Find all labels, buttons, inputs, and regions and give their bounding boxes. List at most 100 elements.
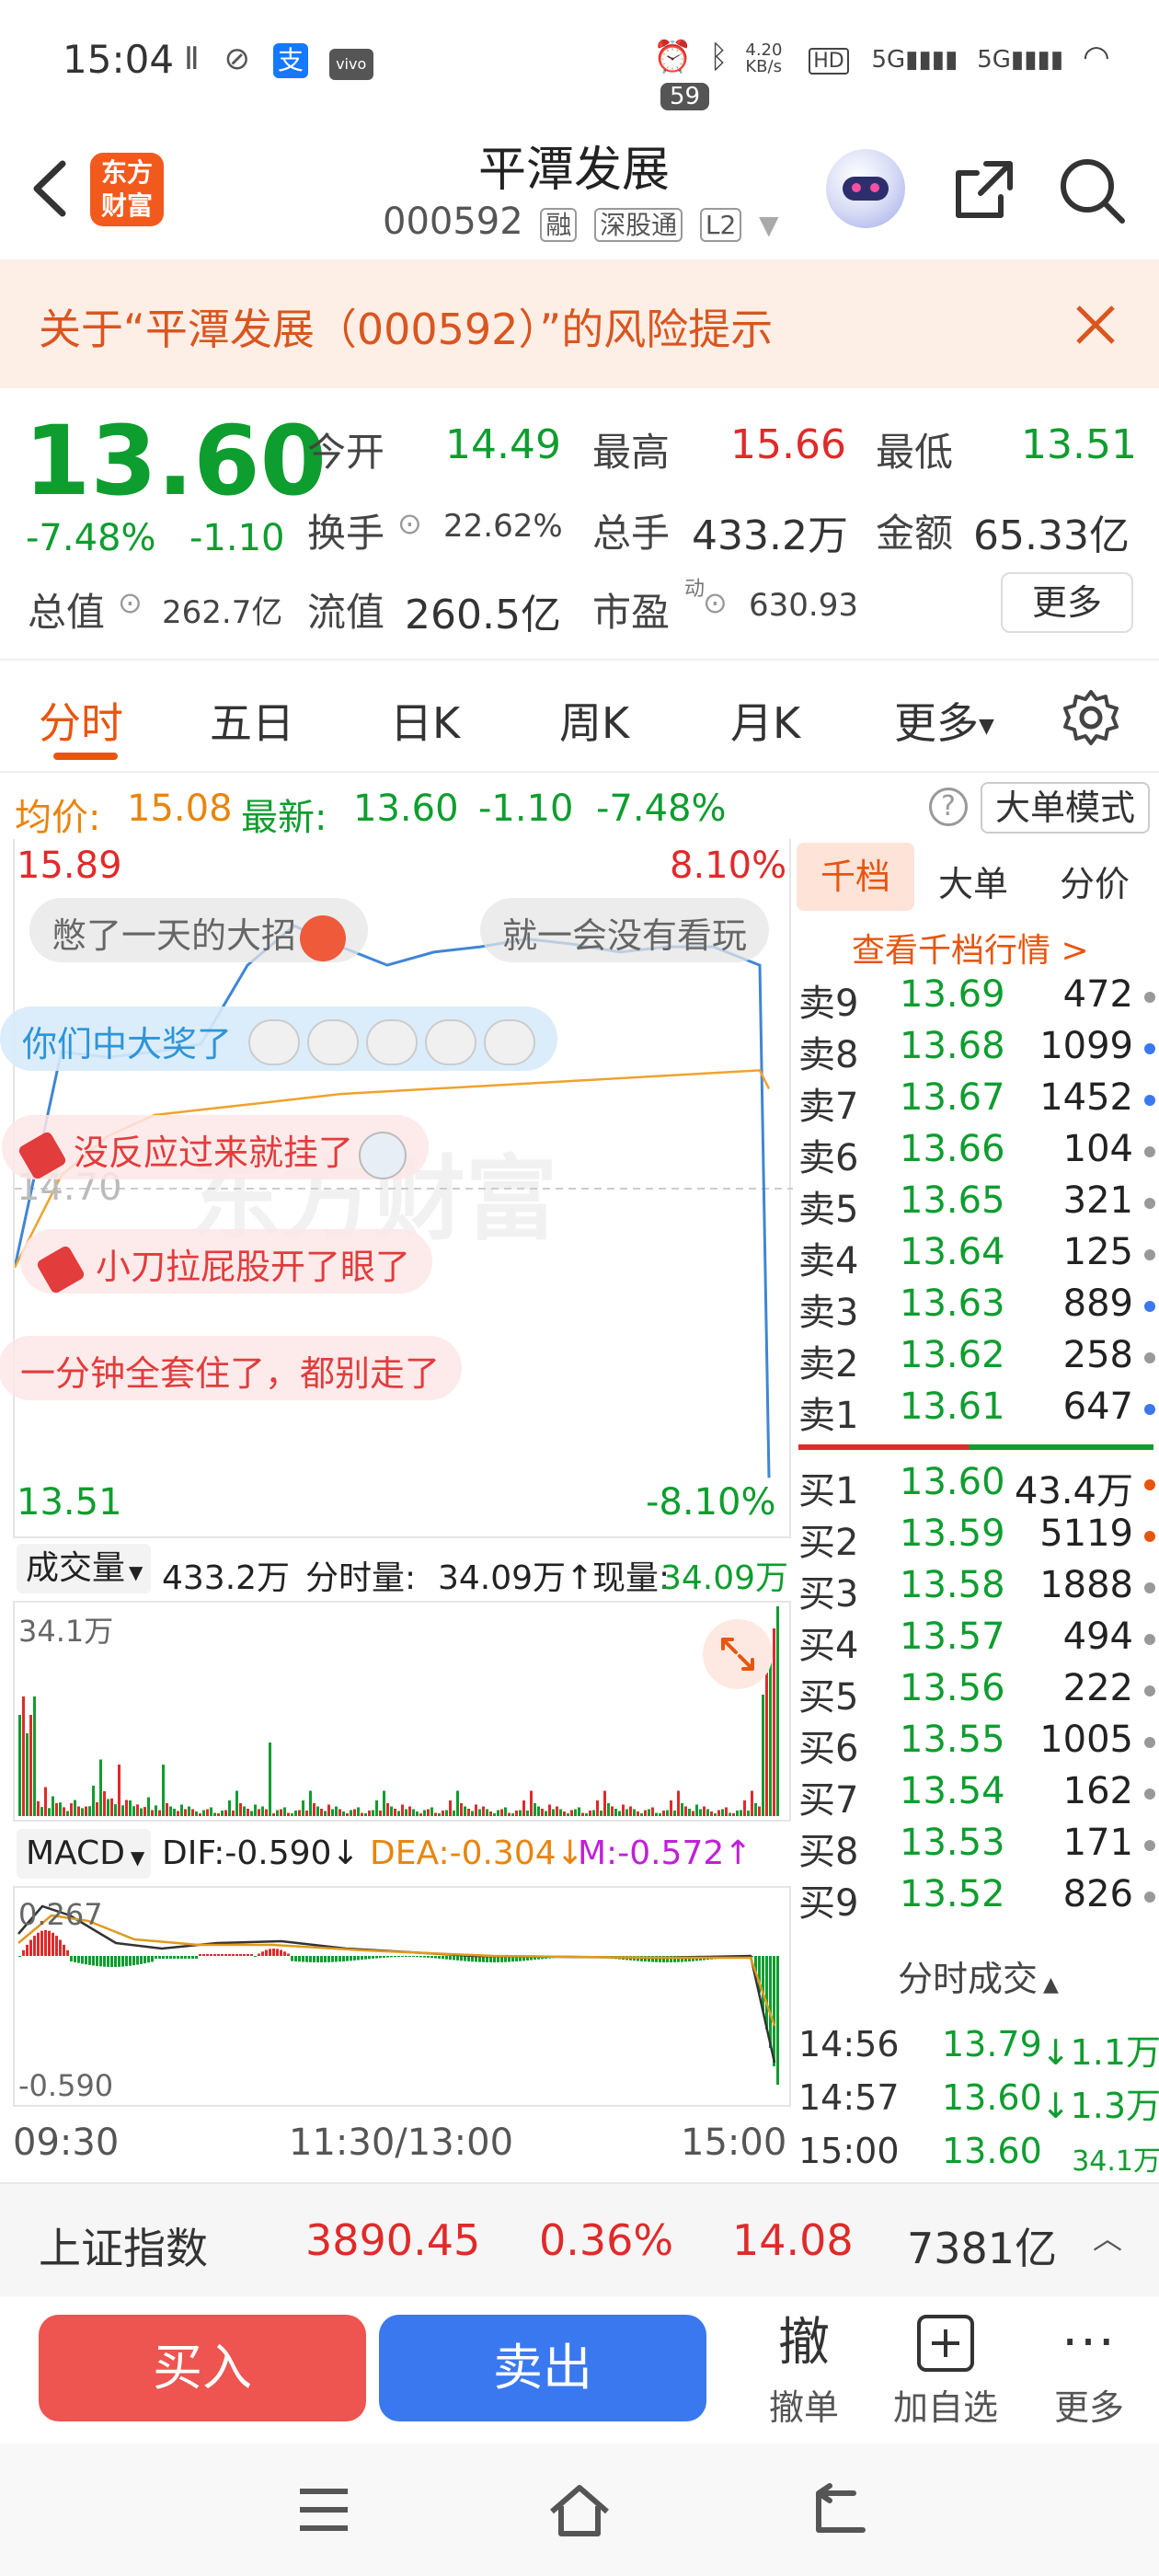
buy-order-row[interactable]: 买4 13.57 494 (798, 1616, 1157, 1667)
volume-bar (416, 1811, 419, 1816)
danmu-2[interactable]: 就一会没有看玩 (480, 898, 770, 962)
risk-text[interactable]: 关于“平潭发展（000592）”的风险提示 (39, 296, 773, 357)
tick-trades[interactable]: 分时成交 ▲ 14:56 13.79 ↓1.1万 14:57 13.60 ↓1.3万 15:0… (793, 1950, 1159, 2180)
view-book-link[interactable]: 查看千档行情 > (852, 924, 1089, 972)
chevron-up-icon[interactable]: ︿ (1093, 2215, 1122, 2258)
index-bar[interactable]: 上证指数 3890.45 0.36% 14.08 7381亿 ︿ (0, 2182, 1159, 2296)
ticks-title[interactable]: 分时成交 ▲ (898, 1950, 1059, 2001)
risk-banner[interactable]: 关于“平潭发展（000592）”的风险提示 (0, 259, 1159, 388)
back-nav-icon[interactable] (809, 2482, 868, 2537)
time-open: 09:30 (13, 2122, 120, 2164)
tick-price: 13.79 (942, 2024, 1042, 2064)
tab-weekly-k[interactable]: 周K (559, 690, 629, 751)
buy-button[interactable]: 买入 (39, 2315, 366, 2421)
volume-bar (655, 1812, 658, 1816)
stock-code-row[interactable]: 000592 融 深股通 L2 ▼ (383, 201, 779, 243)
tab-intraday[interactable]: 分时 (39, 690, 123, 751)
settings-gear-icon[interactable] (1060, 686, 1122, 749)
macd-bar (158, 1956, 161, 1959)
volume-bar (530, 1790, 533, 1816)
more-quote-button[interactable]: 更多 (1001, 572, 1133, 633)
macd-bar (81, 1956, 84, 1964)
quote-panel: 13.60 -7.48% -1.10 今开 14.49 最高 15.66 最低 … (0, 388, 1159, 657)
macd-bar (191, 1956, 194, 1959)
sell-order-row[interactable]: 卖1 13.61 647 (798, 1386, 1157, 1437)
back-button[interactable] (24, 156, 79, 221)
macd-bar (773, 1956, 775, 2066)
info-icon-3[interactable]: ⊙ (703, 585, 728, 620)
buy-order-row[interactable]: 买6 13.55 1005 (798, 1719, 1157, 1770)
search-button[interactable] (1056, 155, 1130, 228)
index-amount: 7381亿 (907, 2224, 1058, 2273)
sell-order-row[interactable]: 卖3 13.63 889 (798, 1282, 1157, 1334)
volume-chart[interactable]: 34.1万 (13, 1601, 791, 1822)
expand-button[interactable] (703, 1619, 773, 1689)
info-icon-2[interactable]: ⊙ (118, 585, 143, 620)
volume-bar (40, 1807, 43, 1816)
share-button[interactable] (949, 155, 1019, 224)
buy-order-row[interactable]: 买8 13.53 171 (798, 1822, 1157, 1873)
robot-assistant-icon[interactable] (826, 149, 905, 228)
volume-bar (589, 1811, 591, 1816)
danmu-5[interactable]: 小刀拉屁股开了眼了 (20, 1229, 433, 1294)
volume-bar (614, 1809, 617, 1816)
home-icon[interactable] (546, 2480, 613, 2539)
macd-bar (59, 1939, 62, 1956)
buy-order-row[interactable]: 买1 13.60 43.4万 (798, 1461, 1157, 1512)
tab-daily-k[interactable]: 日K (390, 690, 460, 751)
volume-total: 433.2万 (162, 1559, 291, 1597)
macd-bar (125, 1956, 128, 1967)
sell-order-row[interactable]: 卖5 13.65 321 (798, 1179, 1157, 1231)
more-actions-button[interactable]: ··· 更多 (1034, 2313, 1144, 2430)
volume-bar (633, 1809, 636, 1816)
close-icon[interactable] (1074, 304, 1117, 346)
buy-order-row[interactable]: 买7 13.54 162 (798, 1770, 1157, 1822)
volume-bar (346, 1813, 349, 1816)
volume-bar (522, 1800, 525, 1816)
volume-selector[interactable]: 成交量 ▼ (17, 1544, 151, 1593)
buy-order-row[interactable]: 买9 13.52 826 (798, 1873, 1157, 1925)
high-label: 最高 (592, 430, 671, 475)
book-tab-price[interactable]: 分价 (1060, 856, 1130, 906)
sell-order-row[interactable]: 卖4 13.64 125 (798, 1231, 1157, 1282)
book-tab-1000[interactable]: 千档 (797, 843, 914, 911)
signal-antenna-icon: Ⅱ (184, 40, 200, 77)
danmu-3[interactable]: 你们中大奖了 (0, 1006, 558, 1071)
volume-bar (320, 1809, 323, 1816)
buy-order-row[interactable]: 买5 13.56 222 (798, 1667, 1157, 1719)
volume-bar (541, 1809, 544, 1816)
macd-bar (96, 1956, 98, 1966)
tab-five-day[interactable]: 五日 (210, 690, 294, 751)
eastmoney-logo[interactable]: 东方 财富 (90, 153, 164, 226)
sell-button[interactable]: 卖出 (379, 2315, 706, 2421)
cancel-order-button[interactable]: 撤 撤单 (749, 2313, 859, 2430)
buy-order-row[interactable]: 买2 13.59 5119 (798, 1512, 1157, 1564)
volume-bar (258, 1809, 260, 1816)
tab-monthly-k[interactable]: 月K (730, 690, 800, 751)
big-order-mode-button[interactable]: 大单模式 (981, 782, 1150, 834)
sell-order-row[interactable]: 卖7 13.67 1452 (798, 1076, 1157, 1128)
intraday-chart[interactable]: 东方财富 15.89 8.10% 14.70 13.51 -8.10% 憋了一天… (0, 839, 793, 1538)
stock-title[interactable]: 平潭发展 (478, 131, 670, 200)
tab-more[interactable]: 更多▼ (894, 690, 994, 751)
volume-bar (570, 1810, 573, 1816)
macd-selector[interactable]: MACD ▼ (17, 1829, 151, 1879)
macd-chart[interactable]: 0.267 -0.590 (13, 1886, 791, 2107)
sell-order-row[interactable]: 卖8 13.68 1099 (798, 1025, 1157, 1076)
menu-icon[interactable] (296, 2484, 351, 2536)
sell-order-row[interactable]: 卖2 13.62 258 (798, 1334, 1157, 1386)
danmu-4[interactable]: 没反应过来就挂了 (2, 1115, 430, 1180)
buy-order-row[interactable]: 买3 13.58 1888 (798, 1564, 1157, 1616)
sell-order-row[interactable]: 卖6 13.66 104 (798, 1128, 1157, 1179)
danmu-1[interactable]: 憋了一天的大招 (29, 898, 369, 962)
sell-order-row[interactable]: 卖9 13.69 472 (798, 973, 1157, 1025)
add-watch-button[interactable]: 加自选 (890, 2313, 1001, 2430)
info-icon[interactable]: ⊙ (397, 506, 422, 541)
help-icon[interactable]: ? (929, 788, 968, 826)
turnover-label: 换手 (307, 511, 385, 556)
hd-icon: HD (809, 48, 849, 75)
book-tab-big[interactable]: 大单 (938, 856, 1008, 906)
macd-bar (258, 1953, 260, 1956)
volume-bar (681, 1803, 683, 1816)
danmu-6[interactable]: 一分钟全套住了，都别走了 (0, 1336, 463, 1400)
